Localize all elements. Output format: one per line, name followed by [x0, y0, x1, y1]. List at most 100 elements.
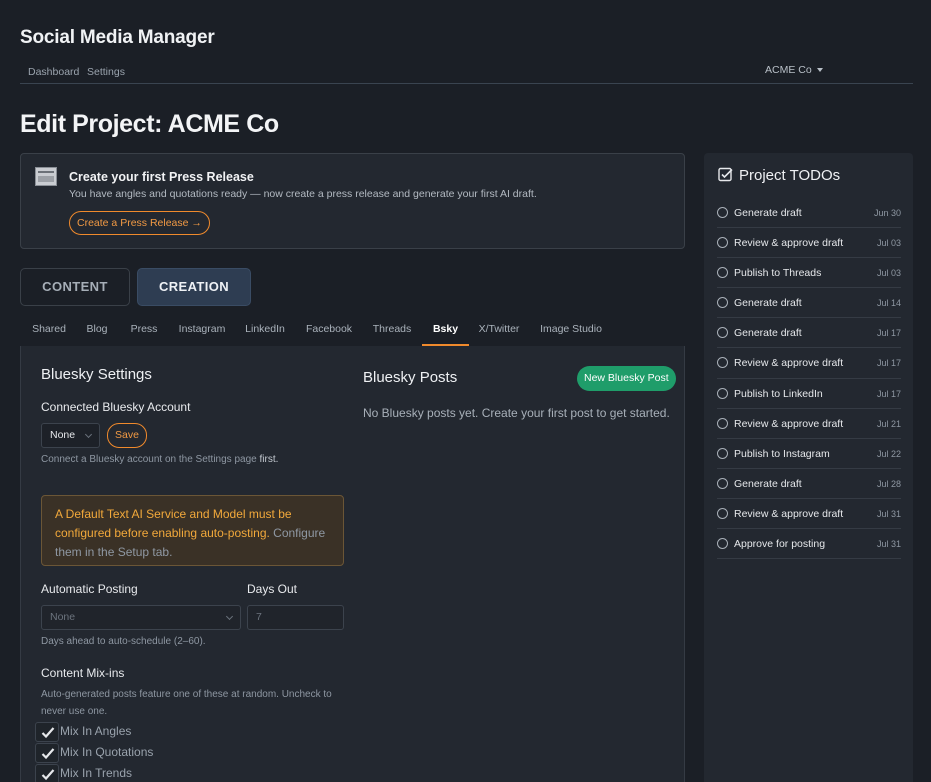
- todo-item[interactable]: Generate draft Jul 28: [717, 469, 901, 499]
- creation-mode-button[interactable]: CREATION: [137, 268, 251, 306]
- todo-label: Review & approve draft: [734, 417, 844, 430]
- mix-in-quotations-label: Mix In Quotations: [60, 745, 154, 759]
- tab-bsky[interactable]: Bsky: [422, 318, 469, 346]
- banner-title: Create your first Press Release: [69, 170, 254, 184]
- tab-image-studio[interactable]: Image Studio: [540, 318, 602, 346]
- warning-text: A Default Text AI Service and Model must…: [55, 507, 292, 540]
- todo-label: Review & approve draft: [734, 237, 844, 250]
- bluesky-panel: Bluesky Settings Connected Bluesky Accou…: [20, 346, 685, 782]
- auto-posting-warning: A Default Text AI Service and Model must…: [41, 495, 344, 566]
- todo-item[interactable]: Generate draft Jul 17: [717, 318, 901, 349]
- tab-x-twitter[interactable]: X/Twitter: [477, 318, 521, 346]
- checkmark-icon: [41, 769, 55, 781]
- todo-item[interactable]: Review & approve draft Jul 31: [717, 499, 901, 530]
- tab-press[interactable]: Press: [128, 318, 160, 346]
- todo-checkbox[interactable]: [717, 237, 728, 249]
- todo-checkbox[interactable]: [717, 417, 728, 429]
- page-title: Edit Project: ACME Co: [20, 110, 279, 138]
- todo-checkbox[interactable]: [717, 538, 728, 550]
- nav-dashboard-link[interactable]: Dashboard: [28, 66, 79, 78]
- todo-checkbox[interactable]: [717, 447, 728, 459]
- todo-checkbox[interactable]: [717, 477, 728, 489]
- nav-settings-link[interactable]: Settings: [87, 66, 125, 78]
- todo-item[interactable]: Generate draft Jul 14: [717, 288, 901, 319]
- bluesky-posts-title: Bluesky Posts: [363, 369, 458, 386]
- automatic-posting-select[interactable]: None: [41, 605, 241, 630]
- todo-label: Review & approve draft: [734, 507, 844, 520]
- content-mixins-label: Content Mix-ins: [41, 666, 125, 680]
- account-select[interactable]: None: [41, 423, 100, 448]
- tab-instagram[interactable]: Instagram: [178, 318, 226, 346]
- todo-item[interactable]: Review & approve draft Jul 03: [717, 228, 901, 259]
- days-out-input[interactable]: 7: [247, 605, 344, 630]
- todo-checkbox[interactable]: [717, 507, 728, 519]
- account-hint-suffix: first.: [259, 454, 279, 465]
- caret-down-icon: [816, 68, 823, 73]
- tab-facebook[interactable]: Facebook: [305, 318, 353, 346]
- todo-date: Jul 21: [876, 418, 901, 429]
- account-dropdown[interactable]: ACME Co: [765, 64, 823, 76]
- todo-checkbox[interactable]: [717, 387, 728, 399]
- account-select-value: None: [50, 429, 76, 441]
- checkmark-icon: [41, 727, 55, 739]
- todo-item[interactable]: Publish to LinkedIn Jul 17: [717, 379, 901, 409]
- days-out-hint: Days ahead to auto-schedule (2–60).: [41, 636, 206, 647]
- todo-item[interactable]: Review & approve draft Jul 21: [717, 409, 901, 439]
- empty-posts-message: No Bluesky posts yet. Create your first …: [363, 406, 670, 420]
- todo-date: Jul 17: [876, 358, 901, 369]
- todo-date: Jul 17: [876, 328, 901, 339]
- todo-date: Jun 30: [873, 208, 901, 218]
- todo-checkbox[interactable]: [717, 207, 728, 218]
- todo-label: Publish to Instagram: [734, 447, 830, 460]
- top-nav: Dashboard Settings ACME Co: [20, 59, 913, 84]
- checkbox[interactable]: [35, 743, 59, 763]
- account-hint-text: Connect a Bluesky account on the Setting…: [41, 454, 257, 465]
- tab-threads[interactable]: Threads: [370, 318, 414, 346]
- automatic-posting-value: None: [50, 611, 76, 623]
- todo-checkbox[interactable]: [717, 267, 728, 279]
- account-label: Connected Bluesky Account: [41, 400, 191, 414]
- todo-list: Generate draft Jun 30 Review & approve dr…: [717, 198, 901, 560]
- todo-item[interactable]: Publish to Instagram Jul 22: [717, 439, 901, 469]
- todo-item[interactable]: Review & approve draft Jul 17: [717, 348, 901, 379]
- tab-blog[interactable]: Blog: [83, 318, 111, 346]
- todo-date: Jul 03: [876, 268, 901, 279]
- chevron-down-icon: [225, 612, 234, 621]
- new-bluesky-post-button[interactable]: New Bluesky Post: [577, 366, 676, 391]
- project-todos-panel: Project TODOs Generate draft Jun 30 Revie…: [704, 153, 913, 782]
- account-hint: Connect a Bluesky account on the Setting…: [41, 454, 278, 465]
- checkbox[interactable]: [35, 764, 59, 782]
- todo-label: Review & approve draft: [734, 357, 844, 370]
- create-press-release-button[interactable]: Create a Press Release →: [69, 211, 210, 235]
- todo-date: Jul 14: [876, 298, 901, 309]
- account-name: ACME Co: [765, 64, 812, 76]
- platform-tabs: Shared Blog Press Instagram LinkedIn Fac…: [20, 318, 685, 347]
- todo-date: Jul 31: [876, 508, 901, 519]
- todo-item[interactable]: Generate draft Jun 30: [717, 198, 901, 229]
- todo-label: Publish to Threads: [734, 267, 822, 280]
- todo-label: Generate draft: [734, 477, 802, 490]
- todo-label: Generate draft: [734, 297, 802, 310]
- todo-label: Generate draft: [734, 327, 802, 340]
- content-mode-button[interactable]: CONTENT: [20, 268, 130, 306]
- todo-item[interactable]: Approve for posting Jul 31: [717, 529, 901, 560]
- todo-checkbox[interactable]: [717, 357, 728, 369]
- todo-date: Jul 03: [876, 238, 901, 249]
- todo-item[interactable]: Publish to Threads Jul 03: [717, 258, 901, 289]
- save-account-button[interactable]: Save: [107, 423, 147, 448]
- tab-linkedin[interactable]: LinkedIn: [244, 318, 286, 346]
- todo-label: Generate draft: [734, 207, 802, 219]
- banner-description: You have angles and quotations ready — n…: [69, 188, 537, 200]
- automatic-posting-label: Automatic Posting: [41, 582, 138, 596]
- checkbox[interactable]: [35, 722, 59, 742]
- todo-label: Approve for posting: [734, 538, 826, 551]
- content-mixins-hint: Auto-generated posts feature one of thes…: [41, 689, 332, 717]
- todo-checkbox[interactable]: [717, 297, 728, 309]
- todo-checkbox[interactable]: [717, 327, 728, 339]
- mix-in-trends-label: Mix In Trends: [60, 766, 133, 780]
- todo-label: Publish to LinkedIn: [734, 387, 823, 400]
- tab-shared[interactable]: Shared: [29, 318, 69, 346]
- checklist-icon: [718, 167, 733, 182]
- press-release-icon: [35, 167, 57, 186]
- press-release-banner: Create your first Press Release You have…: [20, 153, 685, 249]
